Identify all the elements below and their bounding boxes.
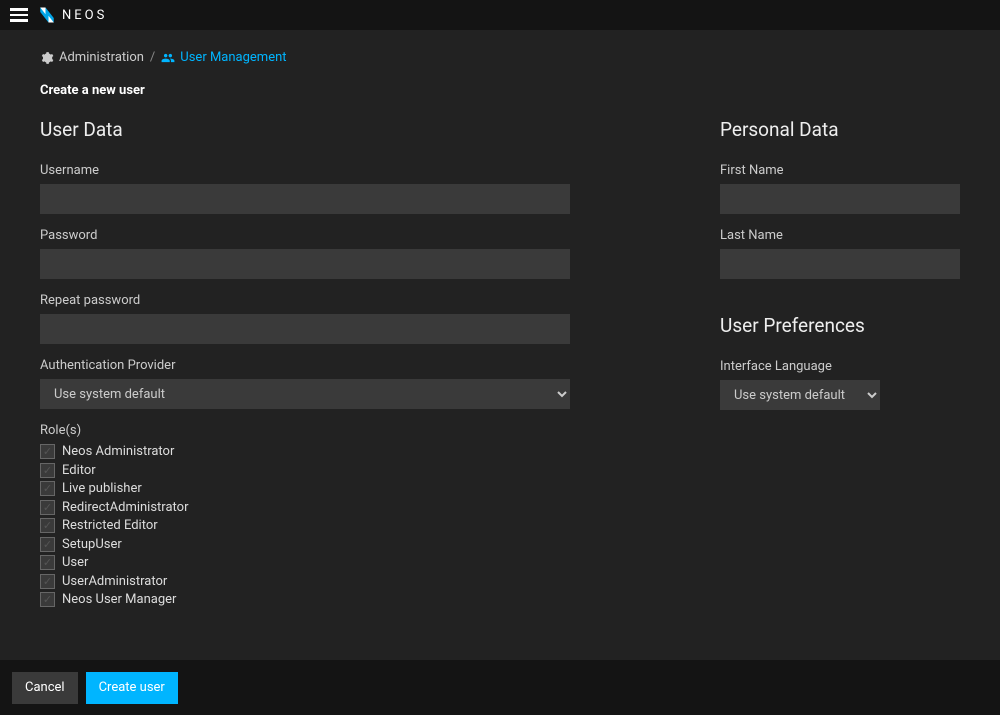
breadcrumb-user-management-label: User Management <box>180 50 286 65</box>
firstname-input[interactable] <box>720 184 960 214</box>
lastname-input[interactable] <box>720 249 960 279</box>
breadcrumb: Administration / User Management <box>40 50 960 65</box>
section-title-user-data: User Data <box>40 118 570 141</box>
users-icon <box>161 51 175 65</box>
role-label: Live publisher <box>62 481 142 496</box>
username-label: Username <box>40 163 570 178</box>
username-input[interactable] <box>40 184 570 214</box>
breadcrumb-administration[interactable]: Administration <box>40 50 144 65</box>
auth-provider-select[interactable]: Use system default <box>40 379 570 409</box>
create-user-button[interactable]: Create user <box>86 672 178 704</box>
repeat-password-input[interactable] <box>40 314 570 344</box>
gears-icon <box>40 51 54 65</box>
repeat-password-label: Repeat password <box>40 293 570 308</box>
cancel-button[interactable]: Cancel <box>12 672 78 704</box>
language-label: Interface Language <box>720 359 960 374</box>
role-checkbox[interactable] <box>40 518 55 533</box>
breadcrumb-administration-label: Administration <box>59 50 144 65</box>
breadcrumb-separator: / <box>150 50 155 65</box>
role-label: Restricted Editor <box>62 518 158 533</box>
role-checkbox[interactable] <box>40 537 55 552</box>
role-checkbox[interactable] <box>40 463 55 478</box>
role-checkbox[interactable] <box>40 574 55 589</box>
role-label: Neos Administrator <box>62 444 174 459</box>
roles-list: Neos Administrator Editor Live publisher Re… <box>40 444 570 607</box>
role-label: UserAdministrator <box>62 574 167 589</box>
role-label: SetupUser <box>62 537 122 552</box>
role-item[interactable]: Live publisher <box>40 481 570 496</box>
brand-text: NEOS <box>62 8 107 23</box>
role-item[interactable]: Neos Administrator <box>40 444 570 459</box>
auth-provider-label: Authentication Provider <box>40 358 570 373</box>
footer-actions: Cancel Create user <box>0 660 1000 715</box>
role-item[interactable]: Neos User Manager <box>40 592 570 607</box>
role-checkbox[interactable] <box>40 500 55 515</box>
password-label: Password <box>40 228 570 243</box>
section-title-personal-data: Personal Data <box>720 118 960 141</box>
page-subtitle: Create a new user <box>40 83 960 98</box>
topbar: NEOS <box>0 0 1000 30</box>
lastname-label: Last Name <box>720 228 960 243</box>
role-item[interactable]: RedirectAdministrator <box>40 500 570 515</box>
role-label: Editor <box>62 463 96 478</box>
language-select[interactable]: Use system default <box>720 380 880 410</box>
role-label: User <box>62 555 88 570</box>
roles-label: Role(s) <box>40 423 570 438</box>
role-checkbox[interactable] <box>40 481 55 496</box>
role-item[interactable]: SetupUser <box>40 537 570 552</box>
role-label: RedirectAdministrator <box>62 500 188 515</box>
role-item[interactable]: Editor <box>40 463 570 478</box>
role-item[interactable]: Restricted Editor <box>40 518 570 533</box>
breadcrumb-user-management[interactable]: User Management <box>161 50 286 65</box>
neos-logo-icon <box>38 6 56 24</box>
role-item[interactable]: UserAdministrator <box>40 574 570 589</box>
role-checkbox[interactable] <box>40 444 55 459</box>
logo[interactable]: NEOS <box>38 6 107 24</box>
main-content: Administration / User Management Create … <box>0 30 1000 660</box>
role-checkbox[interactable] <box>40 592 55 607</box>
role-checkbox[interactable] <box>40 555 55 570</box>
password-input[interactable] <box>40 249 570 279</box>
firstname-label: First Name <box>720 163 960 178</box>
hamburger-icon[interactable] <box>10 8 28 22</box>
section-title-user-preferences: User Preferences <box>720 314 960 337</box>
role-label: Neos User Manager <box>62 592 176 607</box>
role-item[interactable]: User <box>40 555 570 570</box>
